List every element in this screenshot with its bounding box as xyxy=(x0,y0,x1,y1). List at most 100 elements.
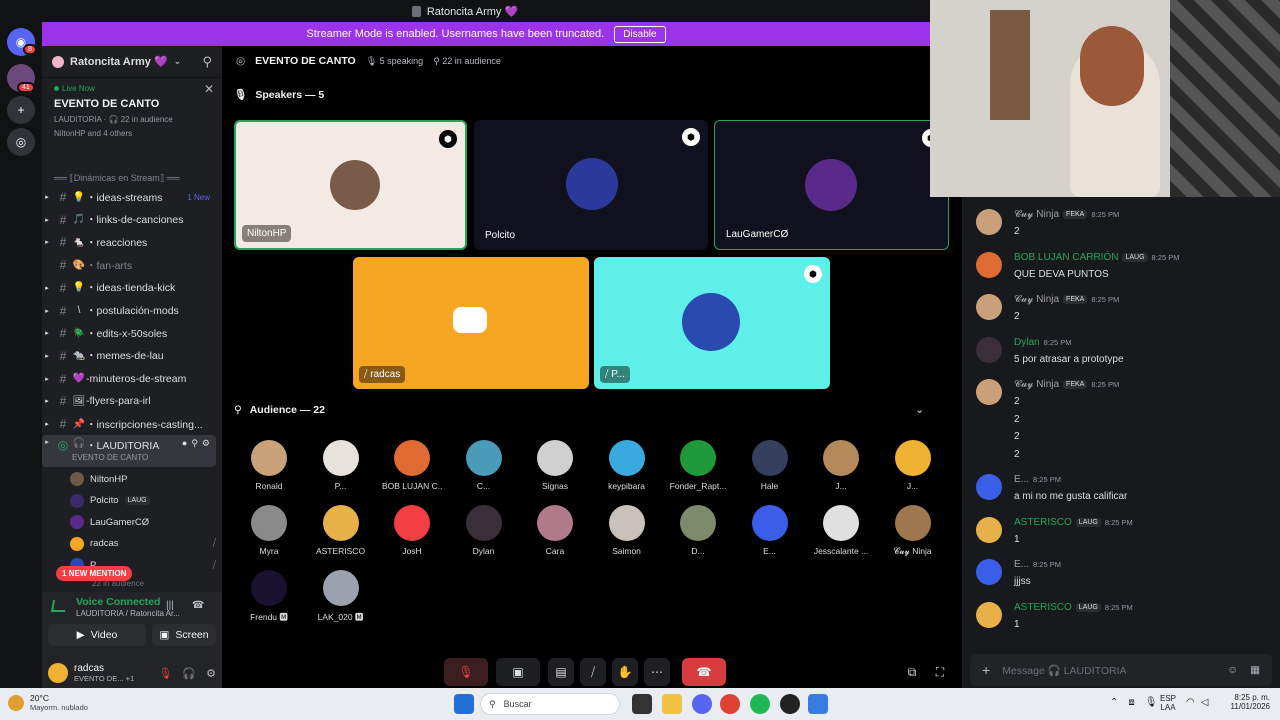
avatar[interactable] xyxy=(976,294,1002,320)
invite-icon[interactable]: ⚲ xyxy=(191,438,198,449)
voice-location[interactable]: LAUDITORIA / Ratoncita Ar... xyxy=(76,609,180,618)
message-input[interactable]: + Message 🎧 LAUDITORIA ☺ ▦ xyxy=(970,654,1272,686)
plus-icon[interactable]: + xyxy=(982,662,990,678)
more-button[interactable]: ⋯ xyxy=(644,658,670,686)
audience-member[interactable]: P... xyxy=(311,440,371,491)
server-header[interactable]: Ratoncita Army 💜 ⌄ ⚲ xyxy=(42,46,222,78)
notepad-icon[interactable] xyxy=(808,694,828,714)
audience-member[interactable]: Fonder_Rapt... xyxy=(668,440,728,491)
message-author[interactable]: E... xyxy=(1014,559,1029,570)
mic-icon[interactable]: 🎙 xyxy=(1145,697,1158,708)
avatar[interactable] xyxy=(976,336,1002,363)
audience-member[interactable]: LAK_020 🅼 xyxy=(311,570,371,623)
avatar[interactable] xyxy=(976,209,1002,235)
gear-icon[interactable]: ⚙ xyxy=(202,438,210,449)
audience-member[interactable]: Jesscalante ... xyxy=(811,505,871,556)
speaker-toggle-button[interactable]: ⧸ xyxy=(580,658,606,686)
start-icon[interactable] xyxy=(454,694,474,714)
wifi-icon[interactable]: ◠ xyxy=(1186,697,1195,708)
message-author[interactable]: 𝓒𝓾𝔂 Ninja xyxy=(1014,209,1059,220)
avatar[interactable] xyxy=(976,559,1002,585)
chevron-down-icon[interactable]: ⌄ xyxy=(915,404,924,416)
discord-taskbar-icon[interactable] xyxy=(692,694,712,714)
chrome-icon[interactable] xyxy=(720,694,740,714)
avatar[interactable] xyxy=(976,474,1002,500)
avatar[interactable] xyxy=(976,516,1002,543)
taskbar-search[interactable]: ⚲ Buscar xyxy=(480,693,620,715)
channel-item[interactable]: # 🎨 ・fan-arts xyxy=(42,255,216,275)
language-indicator[interactable]: ESP LAA xyxy=(1160,694,1176,712)
audience-member[interactable]: BOB LUJAN C... xyxy=(382,440,442,491)
audience-member[interactable]: Myra xyxy=(239,505,299,556)
channel-item[interactable]: ▸ # 🎵 ・links-de-canciones xyxy=(42,210,216,230)
headphones-icon[interactable]: 🎧 xyxy=(182,667,196,680)
channel-item[interactable]: ▸ # \ ・postulación-mods xyxy=(42,301,216,321)
audience-member[interactable]: Signas xyxy=(525,440,585,491)
audience-member[interactable]: Ronald xyxy=(239,440,299,491)
audience-member[interactable]: 𝓒𝓾𝔂 Ninja xyxy=(883,505,943,557)
invite-button[interactable]: ✋ xyxy=(612,658,638,686)
channel-item[interactable]: ▸ # 🐀 ・memes-de-lau xyxy=(42,346,216,366)
voice-user[interactable]: LauGamerCØ xyxy=(70,512,216,532)
close-icon[interactable]: ✕ xyxy=(204,82,214,96)
message-author[interactable]: 𝓒𝓾𝔂 Ninja xyxy=(1014,379,1059,390)
channel-item[interactable]: ▸ # 🐁 ・reacciones xyxy=(42,232,216,252)
server-icon-ratoncita[interactable]: 41 xyxy=(7,64,35,93)
obs-icon[interactable] xyxy=(780,694,800,714)
clock[interactable]: 8:25 p. m. 11/01/2026 xyxy=(1222,693,1270,711)
spotify-icon[interactable] xyxy=(750,694,770,714)
message-author[interactable]: 𝓒𝓾𝔂 Ninja xyxy=(1014,294,1059,305)
volume-icon[interactable]: ◁ xyxy=(1201,697,1209,708)
chevron-up-icon[interactable]: ⌃ xyxy=(1110,697,1118,708)
gear-icon[interactable]: ⚙ xyxy=(206,667,216,680)
speaker-tile[interactable]: ⧸ radcas xyxy=(353,257,589,389)
channel-item[interactable]: ▸ # 💜 -minuteros-de-stream xyxy=(42,369,216,389)
new-mention-pill[interactable]: 1 NEW MENTION xyxy=(56,566,133,581)
voice-user[interactable]: NiltonHP xyxy=(70,469,216,489)
chat-icon[interactable]: ● xyxy=(182,438,187,449)
add-member-icon[interactable]: ⚲ xyxy=(202,54,212,70)
file-explorer-icon[interactable] xyxy=(662,694,682,714)
audience-member[interactable]: C... xyxy=(454,440,514,491)
video-button[interactable]: ▶ Video xyxy=(48,624,146,646)
screen-share-button[interactable]: ▣ Screen xyxy=(152,624,216,646)
user-info[interactable]: radcas EVENTO DE... +1 xyxy=(74,663,134,683)
message-author[interactable]: Dylan xyxy=(1014,337,1040,348)
mute-button[interactable]: 🎙 xyxy=(444,658,488,686)
audience-member[interactable]: Cara xyxy=(525,505,585,556)
noise-icon[interactable]: ||| xyxy=(166,600,174,611)
audience-member[interactable]: Dylan xyxy=(454,505,514,556)
audience-member[interactable]: J... xyxy=(811,440,871,491)
camera-button[interactable]: ▣ xyxy=(496,658,540,686)
audience-member[interactable]: Hale xyxy=(740,440,800,491)
disable-button[interactable]: Disable xyxy=(614,25,666,43)
avatar[interactable] xyxy=(976,251,1002,278)
channel-item[interactable]: ▸ # 📌 ・inscripciones-casting... xyxy=(42,414,216,434)
popout-button[interactable]: ⧉ xyxy=(902,658,922,686)
category-header[interactable]: ══ ⟦Dinámicas en Stream⟧ ══ xyxy=(42,173,179,184)
speaker-tile[interactable]: ⬢ Polcito xyxy=(474,120,708,250)
avatar[interactable] xyxy=(976,601,1002,628)
channel-item[interactable]: ▸ # 🪲 ・edits-x-50soles xyxy=(42,323,216,343)
message-author[interactable]: E... xyxy=(1014,474,1029,485)
disconnect-icon[interactable]: ☎ xyxy=(192,600,204,611)
channel-item[interactable]: ▸ # 🖼 -flyers-para-irl xyxy=(42,391,216,411)
network-icon[interactable]: ⧈ xyxy=(1128,697,1134,708)
avatar[interactable] xyxy=(48,663,68,683)
voice-user[interactable]: radcas ⧸ xyxy=(70,534,216,554)
explore-button[interactable]: ◎ xyxy=(7,128,35,156)
share-screen-button[interactable]: ▤ xyxy=(548,658,574,686)
speaker-tile[interactable]: ⬢ LauGamerCØ xyxy=(714,120,949,250)
leave-call-button[interactable]: ☎ xyxy=(682,658,726,686)
gif-icon[interactable]: ▦ xyxy=(1250,664,1260,676)
audience-member[interactable]: Frendu 🅼 xyxy=(239,570,299,623)
message-author[interactable]: ASTERISCO xyxy=(1014,602,1072,613)
weather-widget[interactable]: 20°C Mayorm. nublado xyxy=(8,693,88,712)
voice-channel-lauditoria[interactable]: ▸ ◎ 🎧 ・LAUDITORIA ● ⚲ ⚙ EVENTO DE CANTO xyxy=(42,435,216,467)
fullscreen-button[interactable]: ⛶ xyxy=(930,658,950,686)
emoji-icon[interactable]: ☺ xyxy=(1227,664,1238,676)
voice-user[interactable]: Polcito LAUG xyxy=(70,491,216,511)
channel-item[interactable]: ▸ # 💡 ・ideas-tienda-kick xyxy=(42,278,216,298)
audience-member[interactable]: D... xyxy=(668,505,728,556)
audience-header[interactable]: ⚲ Audience — 22 ⌄ xyxy=(234,404,924,416)
